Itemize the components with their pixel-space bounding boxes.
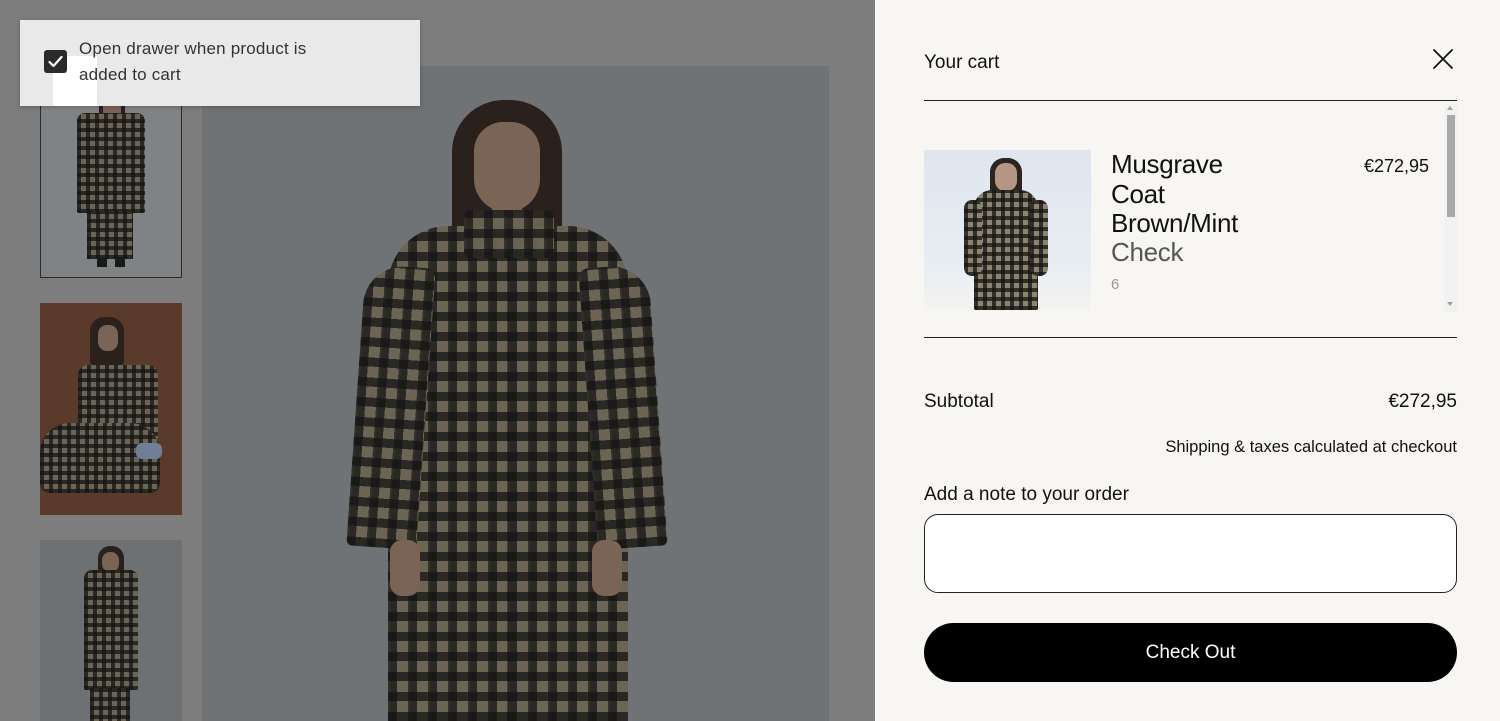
toast-message: Open drawer when product is added to car…: [79, 39, 307, 84]
cart-title: Your cart: [924, 52, 1000, 73]
main-product-image: [202, 66, 829, 721]
header-divider: [924, 100, 1457, 101]
open-drawer-checkbox[interactable]: [44, 50, 67, 73]
cart-item-price: €272,95: [1364, 156, 1430, 176]
cart-item-list[interactable]: Musgrave Coat Brown/Mint Check 6 €272,95: [924, 104, 1457, 312]
cart-item-name[interactable]: Musgrave Coat Brown/Mint: [1111, 149, 1261, 239]
scroll-down-arrow-icon[interactable]: [1447, 302, 1453, 306]
close-icon: [1433, 49, 1453, 69]
subtotal-label: Subtotal: [924, 391, 994, 412]
thumbnail-seated[interactable]: [40, 303, 182, 515]
cart-item-quantity: 6: [1111, 276, 1120, 293]
order-note-input[interactable]: [924, 514, 1457, 593]
shipping-note: Shipping & taxes calculated at checkout: [1165, 438, 1457, 456]
subtotal-value: €272,95: [1388, 391, 1457, 412]
cart-list-scrollbar[interactable]: [1444, 104, 1457, 312]
close-button[interactable]: [1430, 46, 1456, 72]
order-note-label: Add a note to your order: [924, 484, 1129, 505]
cart-item-image[interactable]: [924, 150, 1091, 311]
checkout-button[interactable]: Check Out: [924, 623, 1457, 682]
checkmark-icon: [48, 55, 63, 68]
cart-item-variant: Check: [1111, 237, 1184, 267]
drawer-setting-toast: Open drawer when product is added to car…: [20, 20, 420, 106]
thumbnail-side[interactable]: [40, 540, 182, 721]
product-page-background: Open drawer when product is added to car…: [0, 0, 875, 721]
scroll-up-arrow-icon[interactable]: [1447, 106, 1453, 110]
items-divider: [924, 337, 1457, 338]
scrollbar-thumb[interactable]: [1447, 115, 1455, 217]
cart-drawer: Your cart Musgrave Coat Brown/Mint Check…: [875, 0, 1500, 721]
